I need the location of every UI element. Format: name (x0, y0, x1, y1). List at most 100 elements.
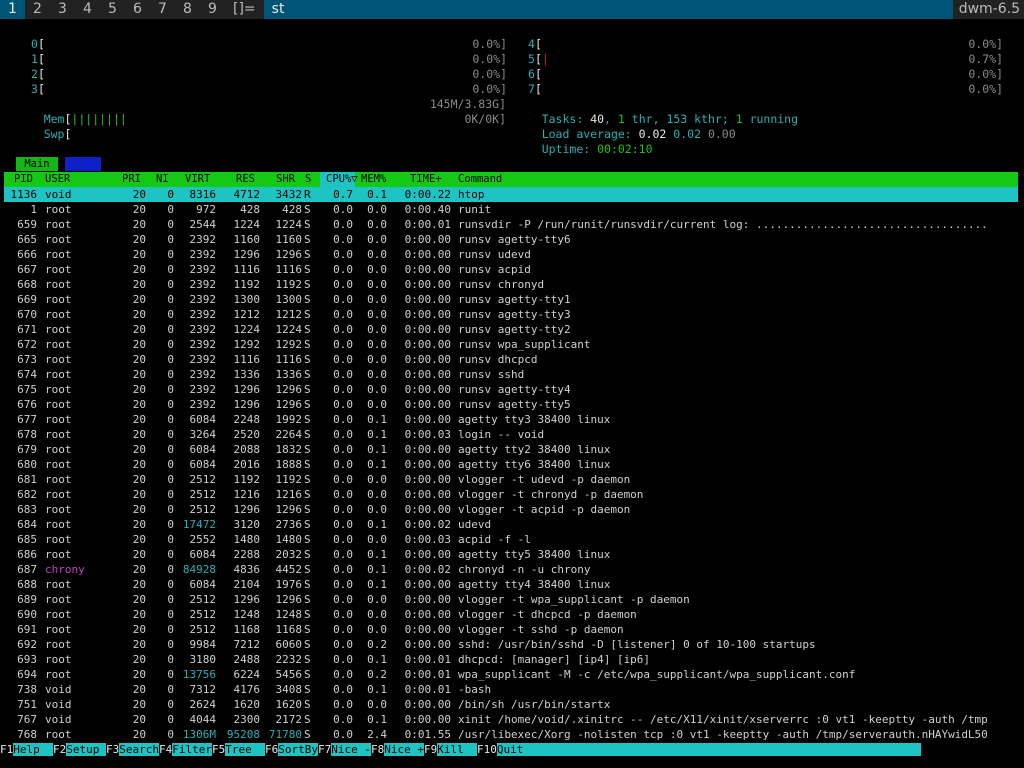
col-pri[interactable]: PRI (122, 172, 141, 187)
process-row[interactable]: 688 root 20 0 6084 2104 1976 S 0.0 0.1 0:00.00 aget… (4, 577, 1018, 592)
tag-7[interactable]: 7 (150, 0, 175, 19)
process-row[interactable]: 678 root 20 0 3264 2520 2264 S 0.0 0.1 0:00.03 logi… (4, 427, 1018, 442)
fkey-f2[interactable]: F2 (53, 743, 67, 756)
process-row[interactable]: 675 root 20 0 2392 1296 1296 S 0.0 0.0 0:00.00 runs… (4, 382, 1018, 397)
tab-main[interactable]: Main (16, 157, 58, 171)
process-row[interactable]: 683 root 20 0 2512 1296 1296 S 0.0 0.0 0:00.00 vlog… (4, 502, 1018, 517)
col-shr[interactable]: SHR (276, 172, 295, 187)
tab-io[interactable]: I/O (65, 157, 101, 171)
cell-time: 0:00.00 (404, 278, 451, 291)
process-row[interactable]: 687 chrony 20 0 84928 4836 4452 S 0.0 0.1 0:00.02 c… (4, 562, 1018, 577)
process-row[interactable]: 767 void 20 0 4044 2300 2172 S 0.0 0.1 0:00.00 xini… (4, 712, 1018, 727)
cell-user: chrony (45, 563, 85, 576)
tag-1[interactable]: 1 (0, 0, 25, 19)
tag-2[interactable]: 2 (25, 0, 50, 19)
process-row[interactable]: 666 root 20 0 2392 1296 1296 S 0.0 0.0 0:00.00 runs… (4, 247, 1018, 262)
cell-res: 2104 (233, 578, 261, 591)
tag-6[interactable]: 6 (125, 0, 150, 19)
process-row[interactable]: 738 void 20 0 7312 4176 3408 S 0.0 0.1 0:00.01 -bas… (4, 682, 1018, 697)
cell-command: runsv agetty-tty3 (458, 308, 571, 321)
fkey-f7[interactable]: F7 (318, 743, 332, 756)
cell-cpu-percent: 0.0 (333, 563, 353, 576)
cell-res: 95208 (226, 728, 260, 741)
process-row[interactable]: 672 root 20 0 2392 1292 1292 S 0.0 0.0 0:00.00 runs… (4, 337, 1018, 352)
col-virt[interactable]: VIRT (185, 172, 210, 187)
process-row[interactable]: 689 root 20 0 2512 1296 1296 S 0.0 0.0 0:00.00 vlog… (4, 592, 1018, 607)
process-row[interactable]: 669 root 20 0 2392 1300 1300 S 0.0 0.0 0:00.00 runs… (4, 292, 1018, 307)
process-row[interactable]: 681 root 20 0 2512 1192 1192 S 0.0 0.0 0:00.00 vlog… (4, 472, 1018, 487)
process-row[interactable]: 667 root 20 0 2392 1116 1116 S 0.0 0.0 0:00.00 runs… (4, 262, 1018, 277)
fkey-label-f10[interactable]: Quit (496, 743, 524, 756)
process-row[interactable]: 690 root 20 0 2512 1248 1248 S 0.0 0.0 0:00.00 vlog… (4, 607, 1018, 622)
fkey-label-f1[interactable]: Help (13, 743, 53, 756)
cell-state: S (304, 683, 311, 696)
layout-indicator[interactable]: []= (227, 0, 262, 19)
cell-priority: 20 (132, 443, 146, 456)
cell-command: runit (458, 203, 492, 216)
fkey-label-f6[interactable]: SortBy (278, 743, 318, 756)
process-row[interactable]: 751 void 20 0 2624 1620 1620 S 0.0 0.0 0:00.00/bin… (4, 697, 1018, 712)
process-row[interactable]: 685 root 20 0 2552 1480 1480 S 0.0 0.0 0:00.03 acpi… (4, 532, 1018, 547)
cell-cpu-percent: 0.0 (333, 728, 353, 741)
process-row[interactable]: 694 root 20 0 13756 6224 5456 S 0.0 0.2 0:00.01 wpa… (4, 667, 1018, 682)
col-res[interactable]: RES (236, 172, 255, 187)
tag-5[interactable]: 5 (100, 0, 125, 19)
cell-res: 2488 (233, 653, 261, 666)
cell-command: acpid -f -l (458, 533, 531, 546)
fkey-f8[interactable]: F8 (371, 743, 385, 756)
fkey-f10[interactable]: F10 (477, 743, 497, 756)
col-time[interactable]: TIME+ (410, 172, 442, 187)
fkey-label-f4[interactable]: Filter (172, 743, 212, 756)
cell-user: root (45, 293, 72, 306)
process-row[interactable]: 684 root 20 0 17472 3120 2736 S 0.0 0.1 0:00.02 ude… (4, 517, 1018, 532)
process-row[interactable]: 671 root 20 0 2392 1224 1224 S 0.0 0.0 0:00.00 runs… (4, 322, 1018, 337)
process-row[interactable]: 1 root 20 0 972 428 428 S 0.0 0.0 0:00.40 runit (4, 202, 1018, 217)
cell-virt: 2392 (189, 278, 217, 291)
cell-shr: 1168 (275, 623, 303, 636)
process-row[interactable]: 676 root 20 0 2392 1296 1296 S 0.0 0.0 0:00.00 runs… (4, 397, 1018, 412)
fkey-label-f3[interactable]: Search (119, 743, 159, 756)
fkey-label-f9[interactable]: Kill (437, 743, 477, 756)
process-row[interactable]: 668 root 20 0 2392 1192 1192 S 0.0 0.0 0:00.00 runs… (4, 277, 1018, 292)
process-row[interactable]: 659 root 20 0 2544 1224 1224 S 0.0 0.0 0:00.01 runs… (4, 217, 1018, 232)
tag-8[interactable]: 8 (175, 0, 200, 19)
cpu-bracket: [ (534, 37, 542, 51)
fkey-label-f8[interactable]: Nice + (384, 743, 424, 756)
fkey-label-f7[interactable]: Nice - (331, 743, 371, 756)
fkey-label-f2[interactable]: Setup (66, 743, 106, 756)
fkey-f3[interactable]: F3 (106, 743, 120, 756)
process-row[interactable]: 682 root 20 0 2512 1216 1216 S 0.0 0.0 0:00.00 vlog… (4, 487, 1018, 502)
fkey-f6[interactable]: F6 (265, 743, 279, 756)
process-row[interactable]: 768 root 20 0 1306M 95208 71780 S 0.0 2.4 0:01.55 /… (4, 727, 1018, 742)
process-row[interactable]: 670 root 20 0 2392 1212 1212 S 0.0 0.0 0:00.00 runs… (4, 307, 1018, 322)
process-row[interactable]: 680 root 20 0 6084 2016 1888 S 0.0 0.1 0:00.00 aget… (4, 457, 1018, 472)
cell-shr: 1192 (275, 473, 303, 486)
tag-3[interactable]: 3 (50, 0, 75, 19)
process-row[interactable]: 691 root 20 0 2512 1168 1168 S 0.0 0.0 0:00.00 vlog… (4, 622, 1018, 637)
process-row[interactable]: 1136 void 20 0 8316 4712 3432 R 0.7 0.1 0:00.22 hto… (4, 187, 1018, 202)
cell-time: 0:00.00 (404, 293, 451, 306)
process-row[interactable]: 673 root 20 0 2392 1116 1116 S 0.0 0.0 0:00.00 runs… (4, 352, 1018, 367)
fkey-label-f5[interactable]: Tree (225, 743, 265, 756)
fkey-f5[interactable]: F5 (212, 743, 226, 756)
fkey-f4[interactable]: F4 (159, 743, 173, 756)
process-row[interactable]: 679 root 20 0 6084 2088 1832 S 0.0 0.1 0:00.00 aget… (4, 442, 1018, 457)
process-row[interactable]: 674 root 20 0 2392 1336 1336 S 0.0 0.0 0:00.00 runs… (4, 367, 1018, 382)
tag-4[interactable]: 4 (75, 0, 100, 19)
terminal[interactable]: 0[0.0%] 1[0.0%] 2[0.0%] 3[0.0%] 4[0.0%] 5[| 0… (0, 19, 1024, 768)
col-command[interactable]: Command (458, 172, 502, 187)
col-cpu[interactable]: CPU%▽ (326, 172, 358, 187)
tag-9[interactable]: 9 (200, 0, 225, 19)
col-state[interactable]: S (305, 172, 311, 187)
process-row[interactable]: 677 root 20 0 6084 2248 1992 S 0.0 0.1 0:00.00 aget… (4, 412, 1018, 427)
process-row[interactable]: 686 root 20 0 6084 2288 2032 S 0.0 0.1 0:00.00 aget… (4, 547, 1018, 562)
process-row[interactable]: 693 root 20 0 3180 2488 2232 S 0.0 0.1 0:00.01 dhcp… (4, 652, 1018, 667)
col-mem[interactable]: MEM% (361, 172, 386, 187)
fkey-f1[interactable]: F1 (0, 743, 14, 756)
process-row[interactable]: 692 root 20 0 9984 7212 6060 S 0.0 0.2 0:00.00 sshd… (4, 637, 1018, 652)
process-row[interactable]: 665 root 20 0 2392 1160 1160 S 0.0 0.0 0:00.00 runs… (4, 232, 1018, 247)
fkey-f9[interactable]: F9 (424, 743, 438, 756)
col-pid[interactable]: PID (14, 172, 33, 187)
col-ni[interactable]: NI (156, 172, 169, 187)
col-user[interactable]: USER (45, 172, 70, 187)
